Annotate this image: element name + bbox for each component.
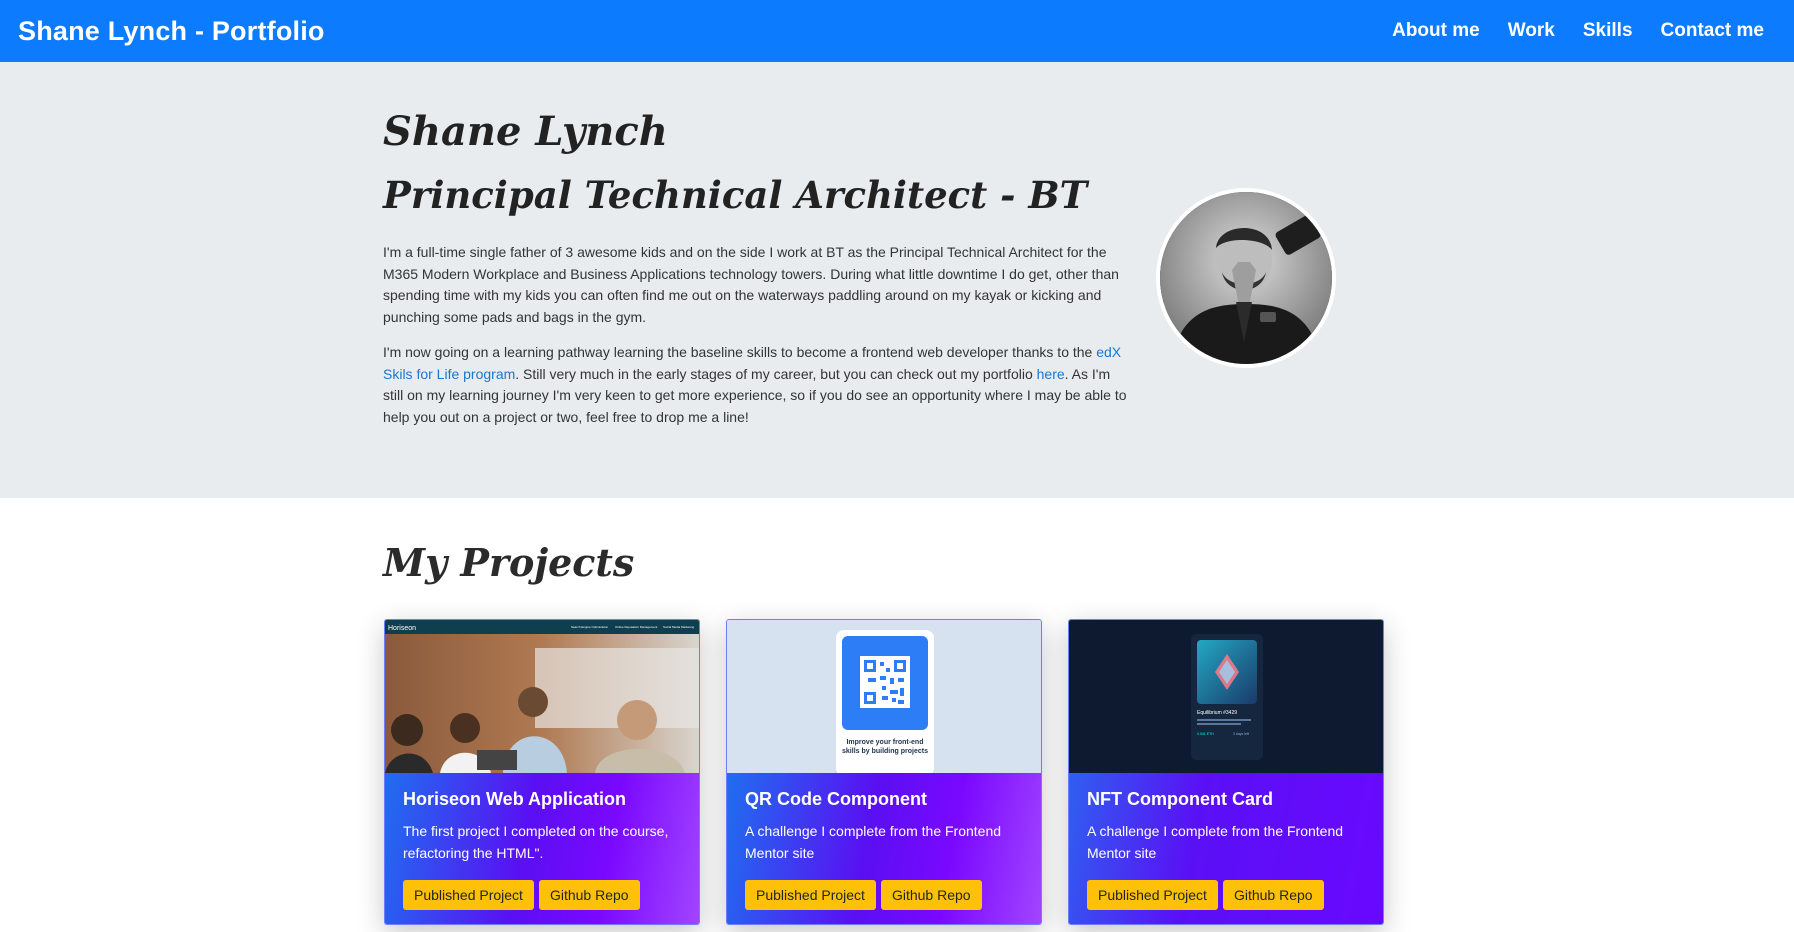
thumb-nav-item-1: Search Engine Optimization	[571, 625, 609, 629]
thumb-nft-title: Equilibrium #3429	[1197, 710, 1237, 716]
published-project-button[interactable]: Published Project	[1087, 880, 1218, 910]
published-project-button[interactable]: Published Project	[403, 880, 534, 910]
thumb-nav-item-2: Online Reputation Management	[615, 625, 658, 629]
nav-link-contact[interactable]: Contact me	[1661, 20, 1764, 42]
hero-role: Principal Technical Architect - BT	[383, 173, 1088, 217]
project-card-nft: Equilibrium #3429 0.041 ETH 3 days left …	[1068, 619, 1384, 925]
card-body: NFT Component Card A challenge I complet…	[1069, 773, 1383, 924]
thumb-horiseon-label: Horiseon	[388, 625, 416, 632]
avatar-photo-image	[1160, 192, 1332, 364]
card-text: A challenge I complete from the Frontend…	[745, 823, 1002, 861]
horiseon-thumbnail[interactable]: Horiseon Search Engine Optimization Onli…	[385, 620, 699, 773]
projects-title: My Projects	[383, 540, 635, 585]
github-repo-button[interactable]: Github Repo	[1222, 880, 1324, 910]
card-title: Horiseon Web Application	[403, 789, 627, 809]
card-body: QR Code Component A challenge I complete…	[727, 773, 1041, 924]
paragraph-2-text-a: I'm now going on a learning pathway lear…	[383, 344, 1097, 360]
navbar: Shane Lynch - Portfolio About me Work Sk…	[0, 0, 1794, 62]
hero-paragraph-2: I'm now going on a learning pathway lear…	[383, 342, 1128, 428]
published-project-button[interactable]: Published Project	[745, 880, 876, 910]
qr-code-thumbnail[interactable]: Improve your front-end skills by buildin…	[727, 620, 1041, 773]
nft-screenshot-image: Equilibrium #3429 0.041 ETH 3 days left	[1069, 620, 1383, 773]
thumb-nft-price: 0.041 ETH	[1197, 732, 1214, 736]
card-text: A challenge I complete from the Frontend…	[1087, 823, 1344, 861]
nav-link-about[interactable]: About me	[1392, 20, 1480, 42]
nft-thumbnail[interactable]: Equilibrium #3429 0.041 ETH 3 days left	[1069, 620, 1383, 773]
hero-paragraph-1: I'm a full-time single father of 3 aweso…	[383, 244, 1119, 325]
thumb-nft-days: 3 days left	[1233, 732, 1249, 736]
project-card-qr-code: Improve your front-end skills by buildin…	[726, 619, 1042, 925]
nav-links: About me Work Skills Contact me	[1392, 20, 1776, 42]
qr-code-screenshot-image: Improve your front-end skills by buildin…	[727, 620, 1041, 773]
github-repo-button[interactable]: Github Repo	[538, 880, 640, 910]
hero-content: Shane Lynch Principal Technical Architec…	[383, 108, 1128, 428]
card-title: NFT Component Card	[1087, 789, 1273, 809]
hero-name: Shane Lynch	[383, 108, 668, 155]
github-repo-button[interactable]: Github Repo	[880, 880, 982, 910]
hero-section: Shane Lynch Principal Technical Architec…	[0, 62, 1794, 498]
card-buttons: Published Project Github Repo	[1087, 880, 1365, 910]
avatar	[1156, 188, 1336, 368]
card-buttons: Published Project Github Repo	[403, 880, 681, 910]
paragraph-2-text-b: . Still very much in the early stages of…	[515, 365, 1037, 382]
card-body: Horiseon Web Application The first proje…	[385, 773, 699, 924]
project-card-horiseon: Horiseon Search Engine Optimization Onli…	[384, 619, 700, 925]
nav-link-skills[interactable]: Skills	[1583, 20, 1633, 42]
brand-title[interactable]: Shane Lynch - Portfolio	[18, 16, 325, 47]
horiseon-screenshot-image: Horiseon Search Engine Optimization Onli…	[385, 620, 699, 773]
nav-link-work[interactable]: Work	[1508, 20, 1555, 42]
card-title: QR Code Component	[745, 789, 927, 809]
card-text: The first project I completed on the cou…	[403, 823, 669, 861]
thumb-qr-caption: Improve your front-end skills by buildin…	[842, 739, 928, 755]
portfolio-here-link[interactable]: here	[1037, 366, 1065, 382]
thumb-nav-item-3: Social Media Marketing	[663, 625, 695, 629]
card-buttons: Published Project Github Repo	[745, 880, 1023, 910]
